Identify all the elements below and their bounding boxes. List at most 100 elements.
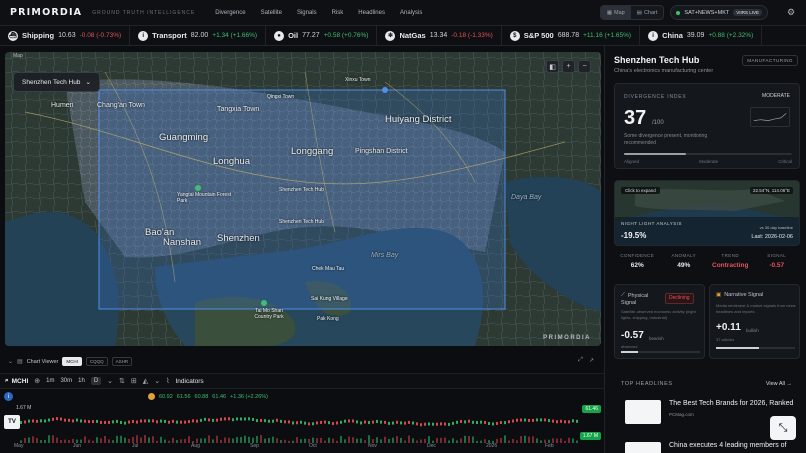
tab-cqqq[interactable]: CQQQ [85, 357, 108, 366]
tab-ashr[interactable]: ASHR [111, 357, 133, 366]
ohlc-low: 60.88 [194, 393, 209, 400]
candle [484, 420, 486, 424]
tab-mchi[interactable]: MCHI [62, 357, 82, 366]
ticker-item[interactable]: i Transport 82.00 +1.34 (+1.66%) [130, 26, 267, 45]
candle [412, 421, 414, 425]
location-chip[interactable]: Shenzhen Tech Hub ⌄ [13, 72, 100, 92]
map-view[interactable]: Map Shenzhen Tech Hub ⌄ ◧ + − Humen Chan… [5, 52, 601, 346]
brand-logo[interactable]: PRIMORDIA [10, 7, 82, 18]
satellite-thumbnail[interactable]: Click to expand 22.54°N, 114.06°E NIGHT … [614, 180, 800, 246]
ticker-item[interactable]: ⛴ Shipping 10.63 -0.08 (-0.73%) [0, 26, 131, 45]
narrative-signal-bar [716, 347, 795, 349]
nav-link-analysis[interactable]: Analysis [400, 10, 422, 16]
candle [528, 418, 530, 422]
collapse-panel-icon[interactable]: ⤡ [770, 416, 796, 440]
place-label: Yangtai Mountain Forest Park [177, 192, 232, 204]
time-axis-label: Feb [545, 443, 554, 449]
chart-viewer-title: Chart Viewer [26, 358, 59, 365]
ticker-item[interactable]: ✻ NatGas 13.34 -0.18 (-1.33%) [377, 26, 502, 45]
candle [352, 419, 354, 423]
ticker-change: -0.08 (-0.73%) [79, 32, 122, 39]
feed-badge: VIIRS LIVE [733, 9, 762, 16]
ticker-value: 13.34 [429, 32, 448, 39]
candle [164, 419, 166, 423]
nav-link-headlines[interactable]: Headlines [358, 10, 385, 16]
time-axis-label: Sep [250, 443, 259, 449]
live-dot-icon [676, 10, 681, 15]
zoom-in-icon[interactable]: + [562, 60, 575, 73]
price-chart[interactable]: i 60.92 61.56 60.88 61.46 +1.36 (+2.26%)… [0, 389, 604, 453]
candle [56, 417, 58, 421]
area-chart-icon[interactable]: ◭ [143, 377, 148, 385]
feed-status[interactable]: SAT+NEWS+MKT VIIRS LIVE [670, 5, 768, 20]
time-axis-label: Aug [191, 443, 200, 449]
bar-compare-icon[interactable]: ⇅ [119, 377, 125, 385]
indicators-button[interactable]: Indicators [175, 378, 203, 385]
candle [420, 423, 422, 427]
nav-link-satellite[interactable]: Satellite [261, 10, 282, 16]
time-axis-label: 2026 [486, 443, 498, 449]
ticker-item[interactable]: $ S&P 500 688.78 +11.16 (+1.65%) [502, 26, 641, 45]
symbol-search[interactable]: ⌕ MCHI [5, 377, 28, 385]
candle [472, 420, 474, 424]
candle [252, 417, 254, 421]
collapse-chevron-icon[interactable]: ⌄ [8, 358, 13, 365]
zoom-out-icon[interactable]: − [578, 60, 591, 73]
timeframe-d[interactable]: D [90, 377, 102, 385]
timeframe-1h[interactable]: 1h [78, 378, 85, 384]
place-label: Mirs Bay [371, 252, 399, 259]
candle [180, 420, 182, 424]
candle [512, 419, 514, 423]
ticker-value: 39.09 [686, 32, 705, 39]
candle [48, 418, 50, 422]
nav-link-divergence[interactable]: Divergence [215, 10, 245, 16]
time-axis: May Jun Jul Aug Sep Oct Nov Dec 2026 Feb [0, 443, 604, 451]
candle [176, 420, 178, 424]
candle [100, 420, 102, 424]
external-link-icon[interactable]: ↗ [589, 357, 594, 364]
candle [84, 419, 86, 423]
candle [432, 422, 434, 426]
chart-toolbar: ⌕ MCHI ⊕ 1m 30m 1h D ⌄ ⇅ ⊞ ◭ ⌄ ⌇ Indicato… [0, 373, 604, 389]
gear-icon[interactable]: ⚙ [784, 6, 798, 20]
time-axis-label: Jul [132, 443, 139, 449]
chevron-down-icon[interactable]: ⌄ [107, 377, 113, 385]
candlestick-icon[interactable]: ⊞ [131, 377, 137, 385]
nav-link-risk[interactable]: Risk [332, 10, 344, 16]
timeframe-30m[interactable]: 30m [60, 378, 72, 384]
ticker-value: 77.27 [302, 32, 320, 39]
physical-signal-unit: bearish [649, 336, 664, 341]
timeframe-1m[interactable]: 1m [46, 378, 54, 384]
volume-tag: 1.67 M [579, 432, 601, 440]
map-view-button[interactable]: ▦ Map [600, 6, 631, 19]
divergence-note: Some divergence present, monitoring reco… [624, 133, 708, 146]
coordinates-chip: 22.54°N, 114.06°E [749, 187, 793, 194]
volume-bar [524, 435, 526, 443]
candle [308, 422, 310, 426]
news-title: China executes 4 leading members of [669, 442, 787, 449]
expand-icon[interactable]: ⤢ [578, 357, 583, 364]
tradingview-logo[interactable]: TV [4, 415, 20, 429]
candle [388, 421, 390, 425]
candle [288, 420, 290, 424]
physical-signal-value: -0.57 [621, 330, 644, 341]
candle [316, 421, 318, 425]
ticker-item[interactable]: i China 39.09 +0.88 (+2.32%) [640, 26, 763, 45]
layers-icon[interactable]: ◧ [546, 60, 559, 73]
ticker-item[interactable]: ● Oil 77.27 +0.58 (+0.76%) [266, 26, 378, 45]
stat-signal: SIGNAL -0.57 [767, 253, 787, 269]
candle [292, 421, 294, 425]
candle [208, 418, 210, 422]
chart-view-button[interactable]: ▤ Chart [631, 6, 664, 19]
nav-link-signals[interactable]: Signals [297, 10, 317, 16]
view-all-link[interactable]: View All → [766, 381, 792, 387]
top-navigation: PRIMORDIA GROUND TRUTH INTELLIGENCE Dive… [0, 0, 806, 26]
night-light-baseline: vs 30-day baseline [759, 225, 793, 230]
chevron-down-icon[interactable]: ⌄ [154, 377, 160, 385]
info-icon[interactable]: i [4, 392, 13, 401]
expand-thumbnail-button[interactable]: Click to expand [621, 187, 660, 194]
indicators-icon[interactable]: ⌇ [166, 377, 169, 385]
gas-flame-icon: ✻ [385, 30, 396, 41]
news-item[interactable]: China executes 4 leading members of [625, 442, 795, 453]
add-compare-icon[interactable]: ⊕ [34, 377, 40, 385]
